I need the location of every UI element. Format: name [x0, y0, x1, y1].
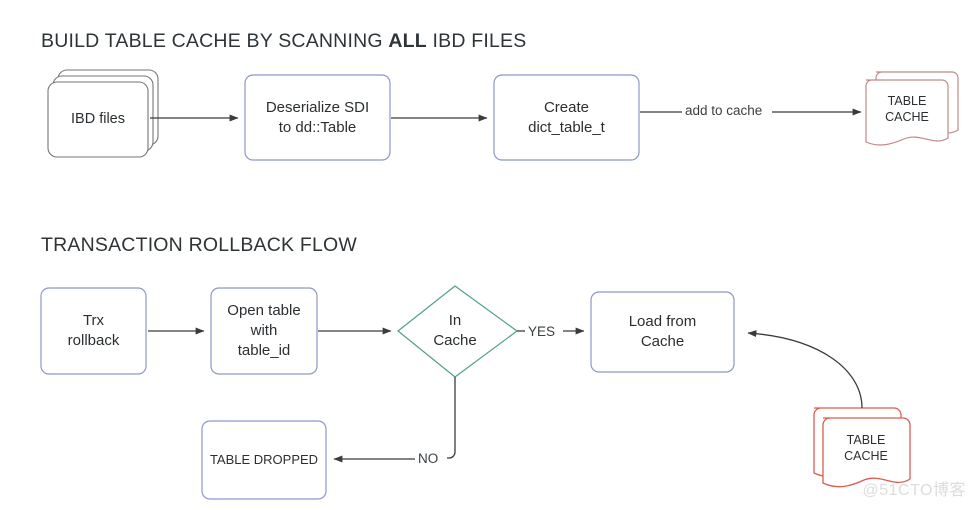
section-title-build-table-cache: BUILD TABLE CACHE BY SCANNING ALL IBD FI…	[41, 30, 526, 53]
node-open-table-shape[interactable]	[210, 287, 318, 375]
node-table-cache-top-shape[interactable]	[865, 71, 959, 146]
section-title-prefix: BUILD TABLE CACHE BY SCANNING	[41, 30, 389, 52]
edge-label-no: NO	[415, 451, 442, 466]
node-deserialize-sdi-shape[interactable]	[244, 74, 391, 161]
node-table-cache-bottom-shape[interactable]	[813, 407, 911, 488]
edge-label-yes: YES	[525, 324, 559, 339]
edge-in-cache-no	[447, 377, 456, 459]
edge-label-add-to-cache: add to cache	[682, 103, 766, 118]
section-title-emphasis: ALL	[388, 30, 427, 52]
node-ibd-files-shape[interactable]	[47, 69, 159, 158]
diagram-canvas: BUILD TABLE CACHE BY SCANNING ALL IBD FI…	[0, 0, 980, 510]
edge-table-cache-to-load-from-cache	[747, 330, 863, 409]
node-table-dropped-shape[interactable]	[201, 420, 327, 500]
section-title-suffix: IBD FILES	[426, 30, 527, 52]
watermark-label: @51CTO博客	[862, 482, 966, 499]
node-load-from-cache-shape[interactable]	[590, 291, 735, 373]
node-create-dict-table-shape[interactable]	[493, 74, 640, 161]
section-title-transaction-rollback: TRANSACTION ROLLBACK FLOW	[41, 234, 357, 256]
node-trx-rollback-shape[interactable]	[40, 287, 147, 375]
node-in-cache-shape[interactable]	[397, 285, 519, 378]
